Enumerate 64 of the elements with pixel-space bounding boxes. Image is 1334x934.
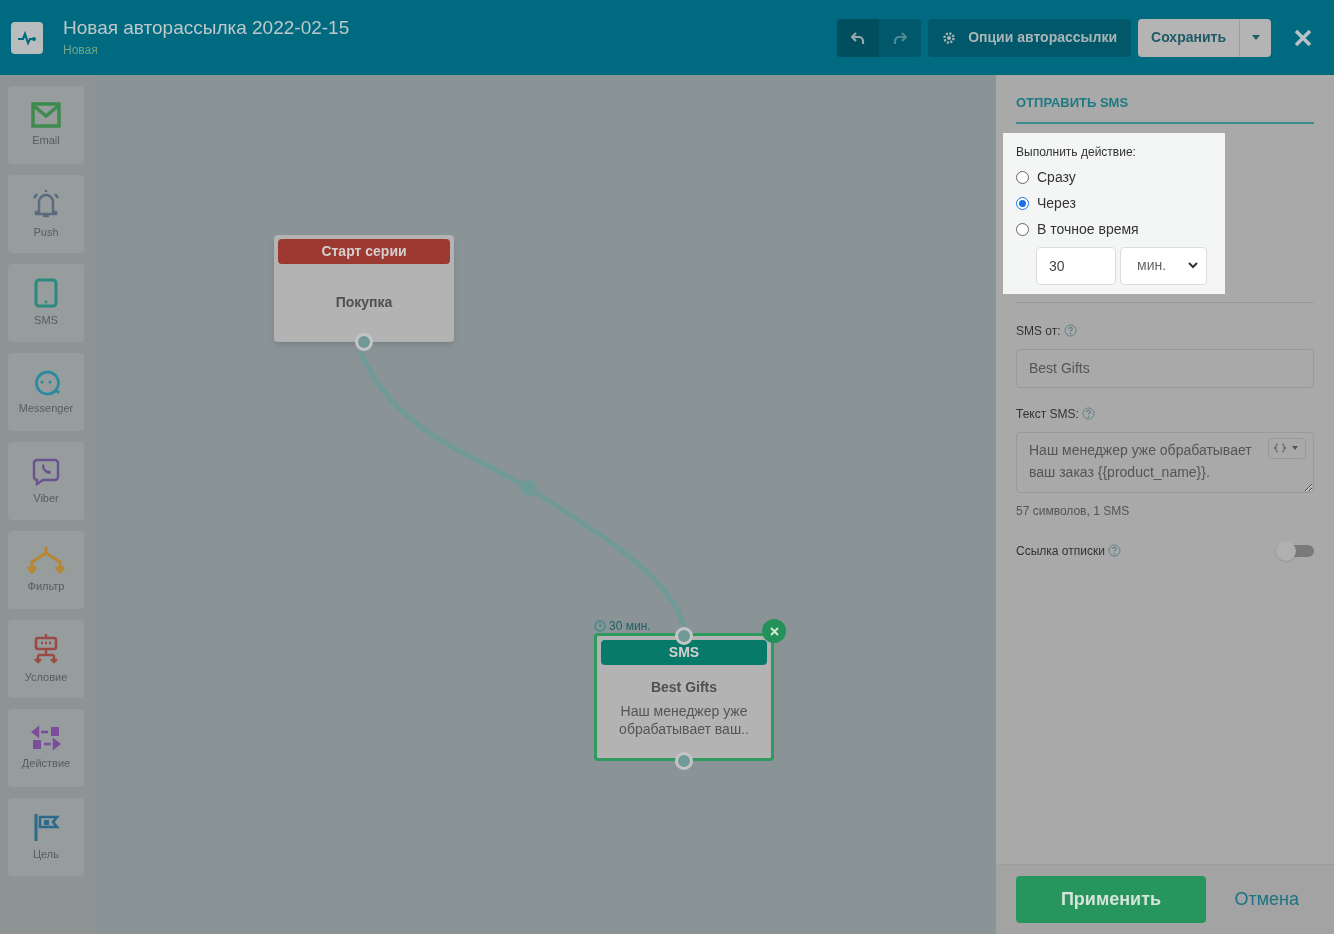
node-text: Наш менеджер уже обрабатывает ваш.. [618, 702, 750, 738]
chevron-icon [1188, 262, 1198, 269]
radio-label[interactable]: Через [1037, 193, 1076, 214]
flag-icon [32, 811, 60, 842]
panel-title: ОТПРАВИТЬ SMS [1016, 93, 1314, 124]
delay-unit-select[interactable]: мин. [1120, 246, 1207, 285]
arrows-exchange-icon [31, 724, 61, 751]
robot-branch-icon [32, 632, 60, 665]
node-title: Best Gifts [650, 678, 718, 697]
palette-item[interactable]: SMS [8, 264, 84, 342]
redo-icon [893, 30, 908, 45]
radio-button[interactable] [1016, 171, 1029, 184]
campaign-title: Новая авторассылка 2022-02-15 [63, 15, 350, 40]
sender-label: SMS от: [1016, 322, 1061, 340]
palette-item[interactable]: Email [8, 86, 84, 164]
palette-item[interactable]: Messenger [8, 353, 84, 431]
flow-node[interactable]: Старт серии Покупка [274, 235, 454, 342]
radio-button[interactable] [1016, 223, 1029, 236]
radio-label[interactable]: Сразу [1037, 167, 1076, 188]
help-icon [1081, 407, 1095, 420]
node-header: SMS [601, 640, 767, 665]
close-icon [769, 626, 779, 636]
sms-text-field[interactable]: Наш менеджер уже обрабатывает ваш заказ {{product_name}}. [1016, 431, 1314, 493]
timing-label: Выполнить действие: [1016, 143, 1137, 161]
palette-item[interactable]: Действие [8, 709, 84, 787]
braces-caret-icon [1273, 443, 1301, 453]
app-logo-icon [11, 21, 43, 54]
radio-label[interactable]: В точное время [1037, 219, 1139, 240]
character-counter: 57 символов, 1 SMS [1016, 502, 1131, 520]
sms-text-label: Текст SMS: [1016, 405, 1079, 423]
output-port[interactable] [675, 752, 693, 770]
help-icon [1063, 324, 1077, 337]
palette-item[interactable]: Цель [8, 798, 84, 876]
unsubscribe-label: Ссылка отписки [1016, 542, 1105, 560]
campaign-options-button[interactable]: Опции авторассылки [928, 18, 1132, 57]
branching-arrows-icon [24, 545, 68, 574]
delete-node-button[interactable] [762, 619, 786, 643]
settings-icon [942, 30, 957, 45]
output-port[interactable] [355, 333, 373, 351]
clock-icon [594, 620, 606, 632]
palette-item[interactable]: Push [8, 175, 84, 253]
undo-icon [851, 30, 866, 45]
cancel-button[interactable]: Отмена [1234, 886, 1299, 913]
apply-button[interactable]: Применить [1016, 876, 1206, 923]
variables-button[interactable] [1268, 437, 1306, 459]
phone-icon [34, 277, 58, 308]
delay-label: 30 мин. [609, 618, 651, 635]
input-port[interactable] [675, 627, 693, 645]
help-icon [1107, 544, 1121, 557]
close-icon [1294, 28, 1312, 47]
sender-field[interactable]: Best Gifts [1016, 348, 1314, 388]
flow-node[interactable]: SMS Best Gifts Наш менеджер уже обрабатывает ваш.. [594, 633, 774, 761]
palette-item[interactable]: Фильтр [8, 531, 84, 609]
palette-item[interactable]: Viber [8, 442, 84, 520]
caret-icon [1251, 35, 1260, 40]
node-header: Старт серии [278, 239, 450, 264]
node-title: Покупка [335, 293, 393, 312]
bell-icon [30, 187, 62, 220]
campaign-status: Новая [63, 42, 99, 60]
radio-button[interactable] [1016, 197, 1029, 210]
undo-button[interactable] [837, 18, 880, 57]
delay-value-field[interactable]: 30 [1036, 246, 1116, 285]
envelope-icon [31, 101, 61, 128]
palette-item[interactable]: Условие [8, 620, 84, 698]
